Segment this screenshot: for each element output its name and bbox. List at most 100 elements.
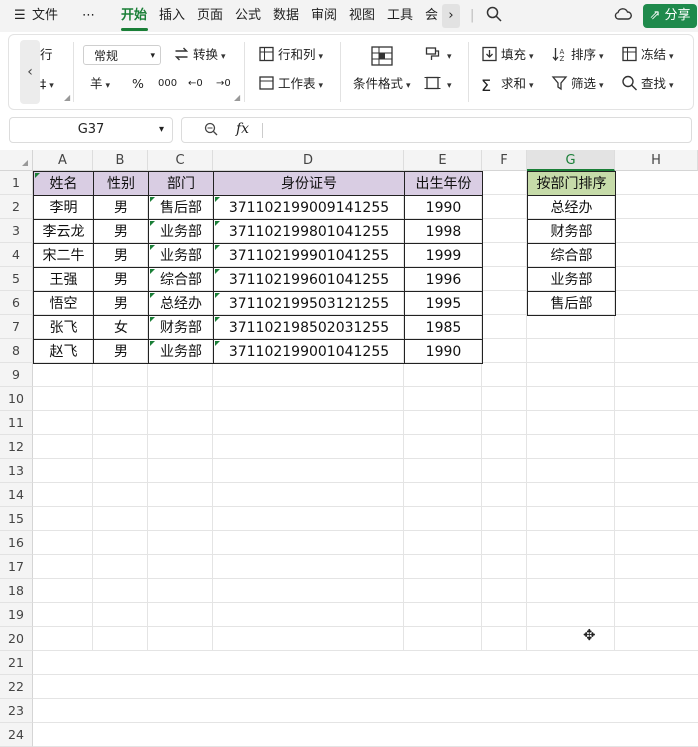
table-header-cell[interactable]: 身份证号 [213,171,405,196]
group-expand-icon[interactable]: ◢ [64,93,70,103]
tab-view[interactable]: 视图 [349,0,375,32]
table-header-cell[interactable]: 姓名 [33,171,94,196]
conditional-format-button[interactable]: 条件格式 ▾ [353,73,411,95]
sort-table-header-cell[interactable]: 按部门排序 [527,171,616,196]
column-header-f[interactable]: F [482,150,527,171]
sort-table-cell[interactable]: 业务部 [527,267,616,292]
sort-table-cell[interactable]: 售后部 [527,291,616,316]
row-header-13[interactable]: 13 [0,459,33,483]
select-all-corner[interactable] [0,150,33,171]
table-cell[interactable]: 总经办 [148,291,214,316]
row-header-20[interactable]: 20 [0,627,33,651]
row-header-10[interactable]: 10 [0,387,33,411]
table-cell[interactable]: 371102199801041255 [213,219,405,244]
sort-table-cell[interactable]: 总经办 [527,195,616,220]
sort-button[interactable]: A Z 排序 ▾ [551,44,604,66]
table-cell[interactable]: 男 [93,339,149,364]
tab-formula[interactable]: 公式 [235,0,261,32]
table-cell[interactable]: 371102199601041255 [213,267,405,292]
table-cell[interactable]: 1990 [404,339,483,364]
table-cell[interactable]: 悟空 [33,291,94,316]
row-header-14[interactable]: 14 [0,483,33,507]
column-header-a[interactable]: A [33,150,93,171]
row-header-11[interactable]: 11 [0,411,33,435]
table-cell[interactable]: 男 [93,267,149,292]
table-cell[interactable]: 1998 [404,219,483,244]
row-header-22[interactable]: 22 [0,675,33,699]
zoom-icon[interactable] [204,122,218,140]
row-header-2[interactable]: 2 [0,195,33,219]
chevron-right-icon[interactable]: › [442,4,460,28]
row-header-3[interactable]: 3 [0,219,33,243]
sum-button[interactable]: Σ 求和 ▾ [481,73,534,95]
sort-table-cell[interactable]: 财务部 [527,219,616,244]
number-format-select[interactable]: 常规 ▾ [83,45,161,65]
tab-review[interactable]: 审阅 [311,0,337,32]
menu-file[interactable]: 文件 [32,0,58,32]
search-icon[interactable] [486,0,502,32]
find-button[interactable]: 查找 ▾ [621,73,674,95]
row-header-17[interactable]: 17 [0,555,33,579]
row-header-8[interactable]: 8 [0,339,33,363]
table-cell[interactable]: 1990 [404,195,483,220]
column-header-c[interactable]: C [148,150,213,171]
name-box[interactable]: G37 ▾ [9,117,173,143]
row-header-7[interactable]: 7 [0,315,33,339]
row-header-1[interactable]: 1 [0,171,33,195]
table-cell[interactable]: 371102199009141255 [213,195,405,220]
table-cell[interactable]: 综合部 [148,267,214,292]
freeze-button[interactable]: 冻结 ▾ [621,44,674,66]
percent-button[interactable]: % [132,73,144,95]
table-cell[interactable]: 赵飞 [33,339,94,364]
column-header-e[interactable]: E [404,150,482,171]
table-cell[interactable]: 1985 [404,315,483,340]
fill-button[interactable]: 填充 ▾ [481,44,534,66]
table-cell[interactable]: 1999 [404,243,483,268]
table-header-cell[interactable]: 出生年份 [404,171,483,196]
column-header-b[interactable]: B [93,150,148,171]
tab-member[interactable]: 会 [425,0,438,32]
table-cell[interactable]: 业务部 [148,219,214,244]
table-cell[interactable]: 宋二牛 [33,243,94,268]
row-header-21[interactable]: 21 [0,651,33,675]
fx-icon[interactable]: fx [236,121,249,137]
formula-input[interactable]: fx [181,117,692,143]
row-header-6[interactable]: 6 [0,291,33,315]
table-cell[interactable]: 371102198502031255 [213,315,405,340]
row-header-18[interactable]: 18 [0,579,33,603]
worksheet-button[interactable]: 工作表 ▾ [258,73,323,95]
table-cell[interactable]: 371102199503121255 [213,291,405,316]
table-cell[interactable]: 李明 [33,195,94,220]
table-cell[interactable]: 王强 [33,267,94,292]
table-cell[interactable]: 1996 [404,267,483,292]
row-header-16[interactable]: 16 [0,531,33,555]
thousands-separator-button[interactable]: 000 [158,73,177,95]
row-col-button[interactable]: 行和列 ▾ [258,44,323,66]
table-cell[interactable]: 男 [93,291,149,316]
decrease-decimal-button[interactable]: →0 [216,73,231,95]
row-header-15[interactable]: 15 [0,507,33,531]
hamburger-icon[interactable]: ☰ [14,0,26,32]
tab-insert[interactable]: 插入 [159,0,185,32]
row-header-19[interactable]: 19 [0,603,33,627]
table-cell[interactable]: 男 [93,243,149,268]
row-header-4[interactable]: 4 [0,243,33,267]
tab-data[interactable]: 数据 [273,0,299,32]
table-cell[interactable]: 李云龙 [33,219,94,244]
ribbon-scroll-left-button[interactable]: ‹ [20,40,40,104]
table-cell[interactable]: 财务部 [148,315,214,340]
column-header-h[interactable]: H [615,150,698,171]
ribbon-partial-bottom[interactable]: ‡ ▾ [40,73,54,95]
table-header-cell[interactable]: 性别 [93,171,149,196]
row-header-9[interactable]: 9 [0,363,33,387]
table-cell[interactable]: 售后部 [148,195,214,220]
conditional-format-icon[interactable] [370,44,394,70]
table-cell[interactable]: 业务部 [148,339,214,364]
row-header-12[interactable]: 12 [0,435,33,459]
increase-decimal-button[interactable]: ←0 [188,73,203,95]
table-cell[interactable]: 女 [93,315,149,340]
group-expand-icon[interactable]: ◢ [234,93,240,103]
share-button[interactable]: ⇗ 分享 [643,4,697,28]
table-cell[interactable]: 张飞 [33,315,94,340]
row-header-23[interactable]: 23 [0,699,33,723]
